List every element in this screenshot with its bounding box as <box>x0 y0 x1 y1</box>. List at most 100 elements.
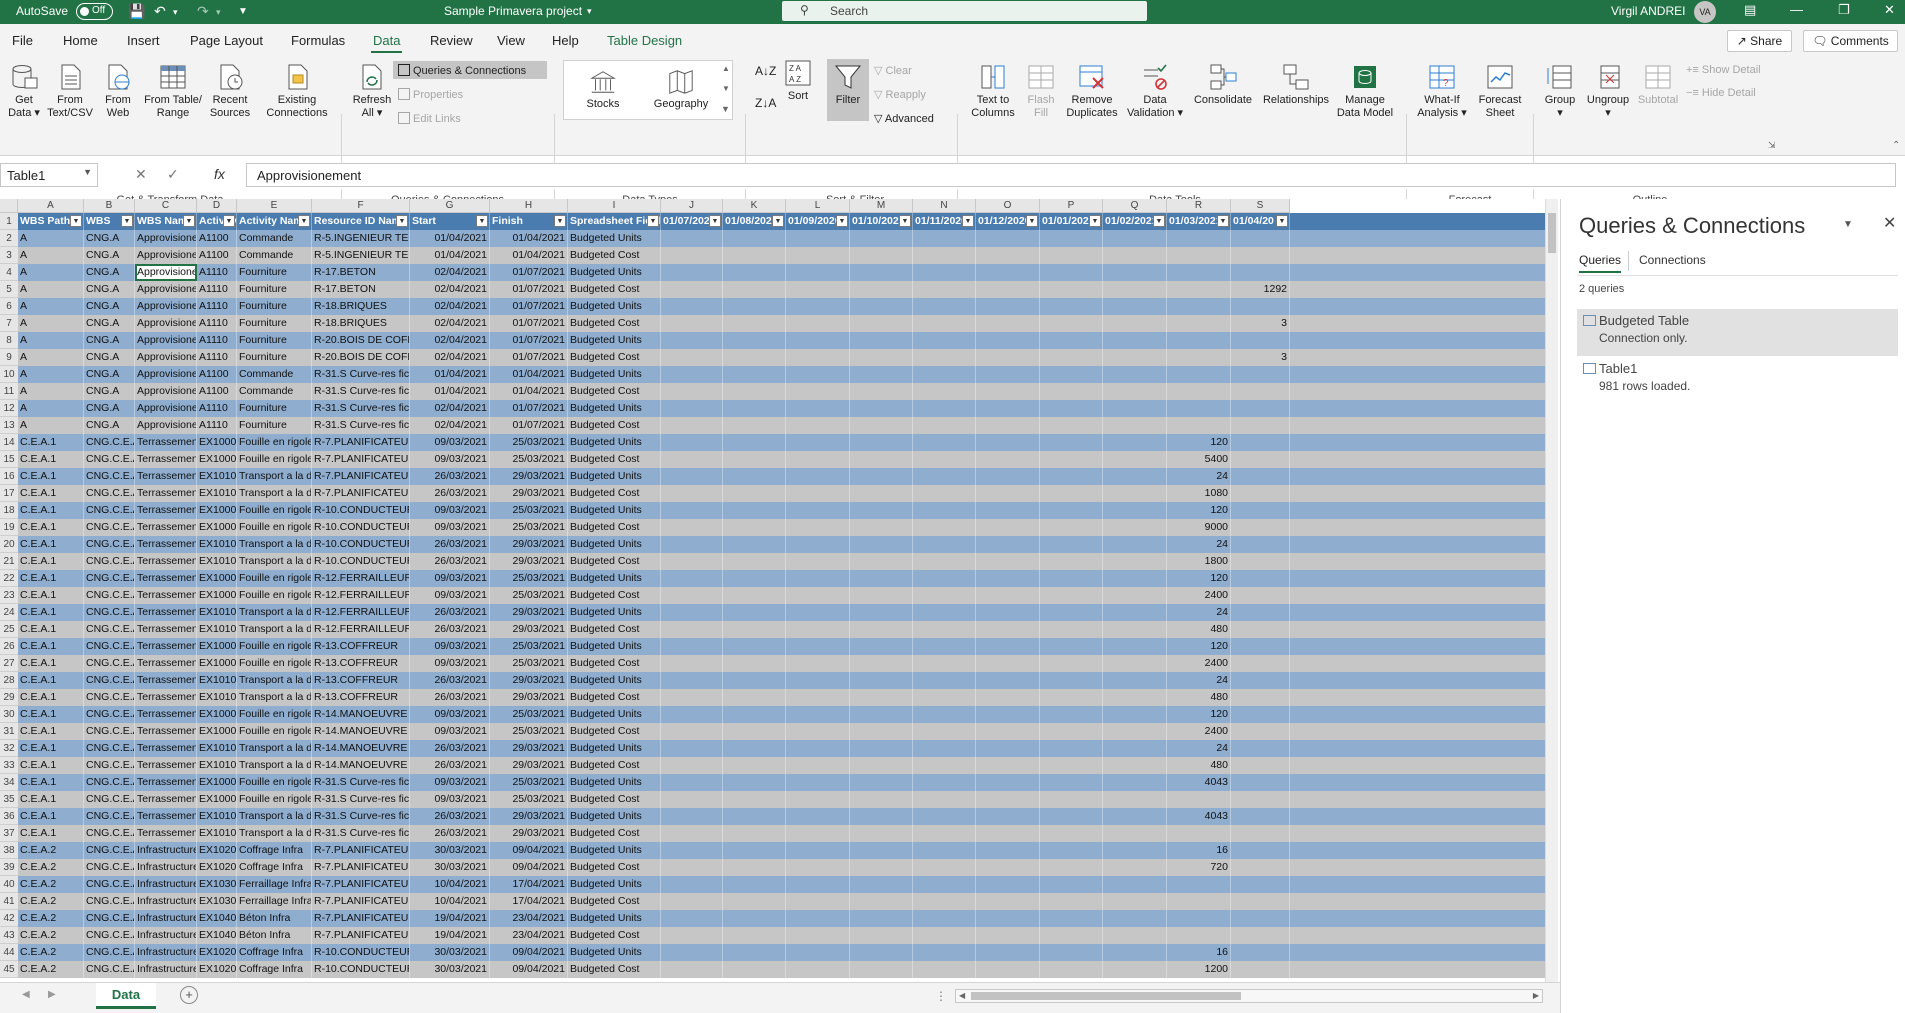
table-cell[interactable] <box>1040 349 1103 366</box>
table-cell[interactable] <box>850 689 913 706</box>
column-header-p[interactable]: P <box>1040 199 1103 213</box>
row-header[interactable]: 10 <box>0 366 18 383</box>
table-cell[interactable]: 26/03/2021 <box>410 621 490 638</box>
table-cell[interactable] <box>1040 944 1103 961</box>
row-header[interactable]: 7 <box>0 315 18 332</box>
table-cell[interactable] <box>850 757 913 774</box>
table-cell[interactable]: Budgeted Cost <box>568 383 661 400</box>
table-cell[interactable]: Terrassement <box>135 774 197 791</box>
table-cell[interactable]: 01/07/2021 <box>490 264 568 281</box>
table-cell[interactable]: CNG.C.E.A <box>84 706 135 723</box>
forecast-sheet-button[interactable]: Forecast Sheet <box>1475 62 1525 120</box>
table-cell[interactable]: Budgeted Cost <box>568 417 661 434</box>
table-cell[interactable] <box>1231 689 1290 706</box>
table-cell[interactable] <box>1231 910 1290 927</box>
table-cell[interactable]: Infrastructure <box>135 961 197 978</box>
table-cell[interactable]: EX1020 <box>197 859 237 876</box>
clear-button[interactable]: ▽ Clear <box>874 64 912 77</box>
table-cell[interactable]: Infrastructure <box>135 842 197 859</box>
table-cell[interactable] <box>661 451 723 468</box>
table-cell[interactable] <box>786 876 850 893</box>
table-cell[interactable]: Approvisionei <box>135 400 197 417</box>
table-cell[interactable]: 29/03/2021 <box>490 468 568 485</box>
table-cell[interactable]: CNG.A <box>84 349 135 366</box>
table-cell[interactable] <box>1040 893 1103 910</box>
table-cell[interactable] <box>1231 723 1290 740</box>
table-cell[interactable] <box>661 842 723 859</box>
table-cell[interactable] <box>1040 587 1103 604</box>
table-cell[interactable] <box>976 825 1040 842</box>
table-cell[interactable]: 02/04/2021 <box>410 332 490 349</box>
table-cell[interactable] <box>661 808 723 825</box>
table-cell[interactable] <box>850 417 913 434</box>
table-cell[interactable] <box>723 553 786 570</box>
table-cell[interactable]: EX1010 <box>197 740 237 757</box>
table-cell[interactable]: 25/03/2021 <box>490 706 568 723</box>
table-cell[interactable]: CNG.C.E.A <box>84 893 135 910</box>
table-cell[interactable] <box>1103 689 1167 706</box>
table-cell[interactable]: 26/03/2021 <box>410 689 490 706</box>
table-cell[interactable] <box>786 349 850 366</box>
table-cell[interactable]: C.E.A.1 <box>18 723 84 740</box>
column-header-g[interactable]: G <box>410 199 490 213</box>
table-cell[interactable] <box>913 417 976 434</box>
close-pane-icon[interactable]: ✕ <box>1883 213 1896 233</box>
table-cell[interactable] <box>661 536 723 553</box>
table-cell[interactable] <box>1103 655 1167 672</box>
table-cell[interactable]: Terrassement <box>135 570 197 587</box>
filter-dropdown-icon[interactable]: ▼ <box>121 215 133 227</box>
table-cell[interactable] <box>786 247 850 264</box>
table-cell[interactable]: Budgeted Units <box>568 230 661 247</box>
table-cell[interactable] <box>1167 825 1231 842</box>
table-cell[interactable] <box>1103 961 1167 978</box>
table-cell[interactable]: Fourniture <box>237 349 312 366</box>
subtotal-button[interactable]: Subtotal <box>1635 62 1681 107</box>
row-header[interactable]: 13 <box>0 417 18 434</box>
enter-icon[interactable]: ✓ <box>167 166 179 183</box>
row-header[interactable]: 19 <box>0 519 18 536</box>
table-cell[interactable] <box>723 842 786 859</box>
table-cell[interactable]: R-7.PLANIFICATEUR <box>312 910 410 927</box>
table-cell[interactable]: R-13.COFFREUR <box>312 689 410 706</box>
table-cell[interactable] <box>661 332 723 349</box>
table-cell[interactable]: 30/03/2021 <box>410 842 490 859</box>
table-cell[interactable]: EX1010 <box>197 825 237 842</box>
pane-tab-queries[interactable]: Queries <box>1579 253 1622 273</box>
table-cell[interactable] <box>850 808 913 825</box>
table-cell[interactable]: Infrastructure <box>135 944 197 961</box>
table-cell[interactable]: A <box>18 383 84 400</box>
table-cell[interactable]: Approvisionei <box>135 247 197 264</box>
filter-dropdown-icon[interactable]: ▼ <box>396 215 408 227</box>
data-validation-button[interactable]: Data Validation ▾ <box>1124 62 1186 120</box>
table-cell[interactable]: EX1010 <box>197 757 237 774</box>
table-cell[interactable] <box>976 315 1040 332</box>
table-cell[interactable]: R-13.COFFREUR <box>312 655 410 672</box>
table-cell[interactable]: C.E.A.1 <box>18 706 84 723</box>
table-cell[interactable]: R-7.PLANIFICATEUR <box>312 859 410 876</box>
row-header[interactable]: 38 <box>0 842 18 859</box>
table-cell[interactable]: R-12.FERRAILLEUR <box>312 570 410 587</box>
table-cell[interactable]: CNG.C.E.A <box>84 774 135 791</box>
table-cell[interactable]: CNG.C.E.A <box>84 587 135 604</box>
column-header-l[interactable]: L <box>786 199 850 213</box>
table-cell[interactable]: CNG.C.E.A <box>84 638 135 655</box>
table-cell[interactable] <box>976 927 1040 944</box>
table-cell[interactable] <box>661 434 723 451</box>
table-cell[interactable] <box>723 434 786 451</box>
table-cell[interactable]: C.E.A.2 <box>18 910 84 927</box>
table-cell[interactable]: Budgeted Units <box>568 910 661 927</box>
column-header-m[interactable]: M <box>850 199 913 213</box>
table-cell[interactable] <box>723 774 786 791</box>
table-cell[interactable] <box>1040 604 1103 621</box>
table-cell[interactable]: EX1020 <box>197 961 237 978</box>
table-cell[interactable]: 01/04/2021 <box>490 383 568 400</box>
table-cell[interactable]: Béton Infra <box>237 910 312 927</box>
table-cell[interactable] <box>723 332 786 349</box>
table-cell[interactable]: CNG.A <box>84 247 135 264</box>
table-cell[interactable] <box>1167 264 1231 281</box>
row-header[interactable]: 21 <box>0 553 18 570</box>
relationships-button[interactable]: Relationships <box>1258 62 1334 107</box>
row-header[interactable]: 32 <box>0 740 18 757</box>
table-cell[interactable]: Budgeted Cost <box>568 961 661 978</box>
row-header[interactable]: 26 <box>0 638 18 655</box>
